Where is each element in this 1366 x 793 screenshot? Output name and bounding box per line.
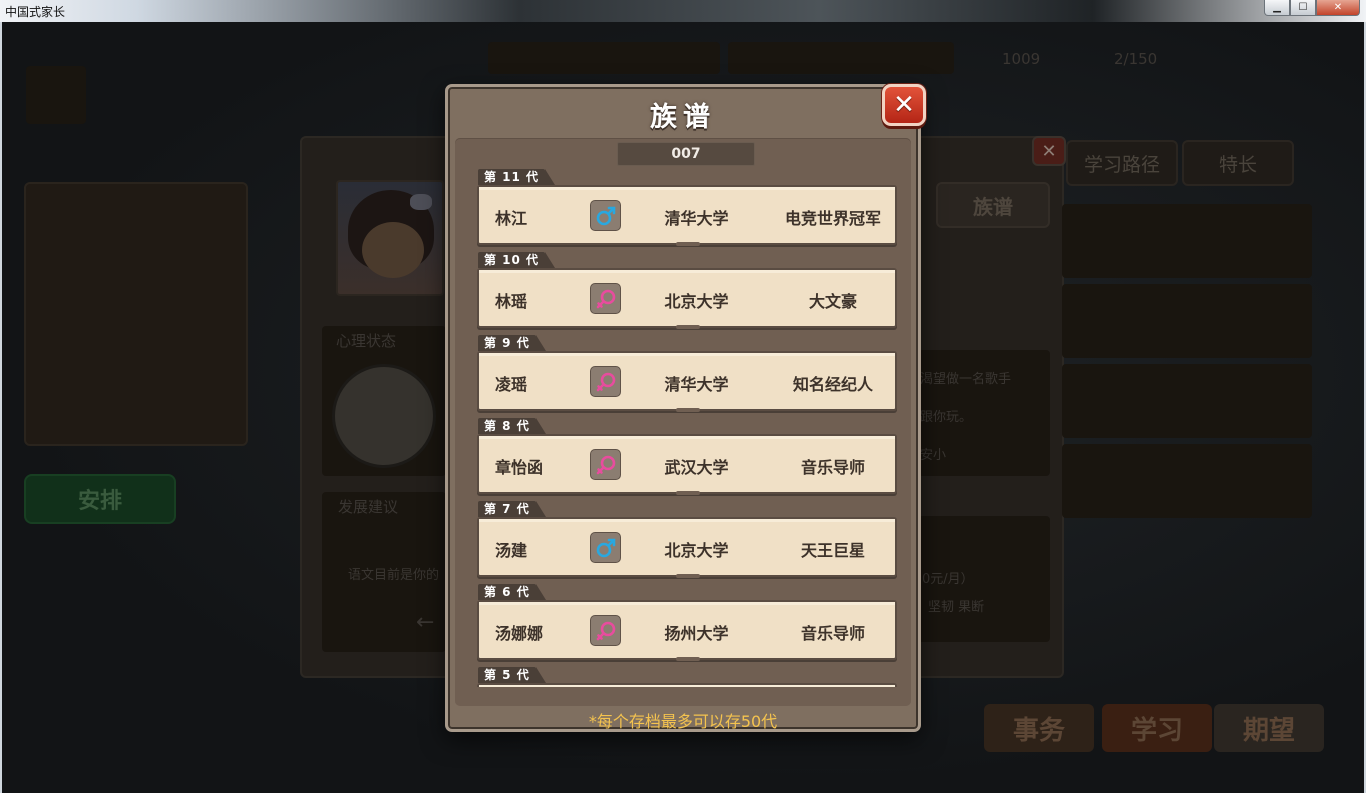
card-connector <box>676 657 700 661</box>
child-name: 林瑶 <box>495 292 528 311</box>
generation-row[interactable]: 第 10 代林瑶 北京大学 大文豪 <box>477 252 899 329</box>
family-tree-button[interactable]: 族谱 <box>936 182 1050 228</box>
avatar-bow <box>410 194 432 210</box>
child-university: 北京大学 <box>664 541 729 560</box>
generation-tag: 第 6 代 <box>478 584 546 600</box>
tab-talent[interactable]: 特长 <box>1182 140 1294 186</box>
child-career: 知名经纪人 <box>792 375 873 394</box>
dialog-close-button[interactable]: ✕ <box>882 84 926 126</box>
child-university: 扬州大学 <box>664 624 729 643</box>
money-text: 0元/月） <box>922 572 974 587</box>
child-career: 天王巨星 <box>800 541 865 560</box>
generation-row[interactable]: 第 8 代章怡函 武汉大学 音乐导师 <box>477 418 899 495</box>
child-career: 音乐导师 <box>800 624 865 643</box>
family-tree-body[interactable]: 007 第 11 代林江 清华大学 电竞世界冠军第 10 代林瑶 北京大学 大文豪第 9… <box>455 138 911 706</box>
child-university: 北京大学 <box>664 292 729 311</box>
window-title: 中国式家长 <box>5 5 66 19</box>
generation-row[interactable]: 第 5 代 <box>477 667 899 687</box>
child-career: 音乐导师 <box>800 458 865 477</box>
female-icon <box>590 366 621 397</box>
female-icon <box>590 449 621 480</box>
affairs-button[interactable]: 事务 <box>984 704 1094 752</box>
generation-card[interactable]: 章怡函 武汉大学 音乐导师 <box>477 434 897 495</box>
generation-card[interactable]: 汤娜娜 扬州大学 音乐导师 <box>477 600 897 661</box>
generation-card[interactable]: 汤建 北京大学 天王巨星 <box>477 517 897 578</box>
course-item[interactable] <box>1062 204 1312 278</box>
generation-row[interactable]: 第 9 代凌瑶 清华大学 知名经纪人 <box>477 335 899 412</box>
mood-label: 心理状态 <box>336 332 397 350</box>
close-icon: ✕ <box>893 90 915 120</box>
generation-list[interactable]: 第 11 代林江 清华大学 电竞世界冠军第 10 代林瑶 北京大学 大文豪第 9 代凌瑶… <box>455 138 911 687</box>
advice-label: 发展建议 <box>338 498 399 516</box>
course-item[interactable] <box>1062 364 1312 438</box>
generation-card[interactable]: 林江 清华大学 电竞世界冠军 <box>477 185 897 246</box>
child-career: 电竞世界冠军 <box>784 209 881 228</box>
trait-text: 坚韧 果断 <box>928 600 985 615</box>
child-career: 大文豪 <box>808 292 857 311</box>
maximize-button[interactable]: ☐ <box>1290 0 1316 16</box>
child-name: 汤娜娜 <box>495 624 544 643</box>
male-icon <box>590 532 621 563</box>
generation-tag: 第 5 代 <box>478 667 546 683</box>
generation-card[interactable]: 林瑶 北京大学 大文豪 <box>477 268 897 329</box>
child-avatar <box>336 180 444 296</box>
generation-row[interactable]: 第 7 代汤建 北京大学 天王巨星 <box>477 501 899 578</box>
child-university: 武汉大学 <box>664 458 729 477</box>
card-connector <box>676 491 700 495</box>
advice-text: 语文目前是你的 <box>348 568 440 583</box>
desc-line-3: 安小 <box>920 448 947 463</box>
child-university: 清华大学 <box>664 375 729 394</box>
child-name: 凌瑶 <box>495 375 528 394</box>
generation-tag: 第 8 代 <box>478 418 546 434</box>
course-item[interactable] <box>1062 444 1312 518</box>
stat-money: 1009 <box>1002 50 1041 68</box>
stat-actions: 2/150 <box>1114 50 1158 68</box>
study-button[interactable]: 学习 <box>1102 704 1212 752</box>
card-connector <box>676 242 700 246</box>
desc-line-2: 跟你玩。 <box>920 410 973 425</box>
generation-tag: 第 7 代 <box>478 501 546 517</box>
card-connector <box>676 408 700 412</box>
stat-bar-1 <box>488 42 720 74</box>
generation-tag: 第 10 代 <box>478 252 556 268</box>
generation-card[interactable]: 凌瑶 清华大学 知名经纪人 <box>477 351 897 412</box>
left-arrow-icon[interactable]: ← <box>416 610 434 635</box>
mood-indicator <box>332 364 436 468</box>
window-titlebar: 中国式家长 ▁ ☐ ✕ <box>0 0 1366 22</box>
child-name: 章怡函 <box>495 458 544 477</box>
generation-row[interactable]: 第 6 代汤娜娜 扬州大学 音乐导师 <box>477 584 899 661</box>
attributes-panel <box>24 182 248 446</box>
child-name: 汤建 <box>495 541 528 560</box>
generation-card[interactable] <box>477 683 897 687</box>
arrange-button[interactable]: 安排 <box>24 474 176 524</box>
generation-row[interactable]: 第 11 代林江 清华大学 电竞世界冠军 <box>477 169 899 246</box>
card-connector <box>676 574 700 578</box>
course-item[interactable] <box>1062 284 1312 358</box>
female-icon <box>590 615 621 646</box>
tab-learning-path[interactable]: 学习路径 <box>1066 140 1178 186</box>
female-icon <box>590 283 621 314</box>
male-icon <box>590 200 621 231</box>
stat-bar-2 <box>728 42 954 74</box>
dialog-title: 族谱 <box>650 102 716 133</box>
window-controls: ▁ ☐ ✕ <box>1264 0 1360 16</box>
avatar-face <box>362 222 424 278</box>
player-portrait <box>26 66 86 124</box>
window-close-button[interactable]: ✕ <box>1316 0 1360 16</box>
generation-tag: 第 9 代 <box>478 335 546 351</box>
family-tree-dialog: 族谱 ✕ 007 第 11 代林江 清华大学 电竞世界冠军第 10 代林瑶 北京大学大… <box>445 84 926 732</box>
child-university: 清华大学 <box>664 209 729 228</box>
minimize-button[interactable]: ▁ <box>1264 0 1290 16</box>
card-connector <box>676 325 700 329</box>
detail-close-button[interactable]: ✕ <box>1032 136 1066 166</box>
expectation-button[interactable]: 期望 <box>1214 704 1324 752</box>
desc-line-1: 渴望做一名歌手 <box>920 372 1012 387</box>
save-limit-note: *每个存档最多可以存50代 <box>588 712 778 731</box>
generation-tag: 第 11 代 <box>478 169 556 185</box>
child-name: 林江 <box>495 209 528 228</box>
